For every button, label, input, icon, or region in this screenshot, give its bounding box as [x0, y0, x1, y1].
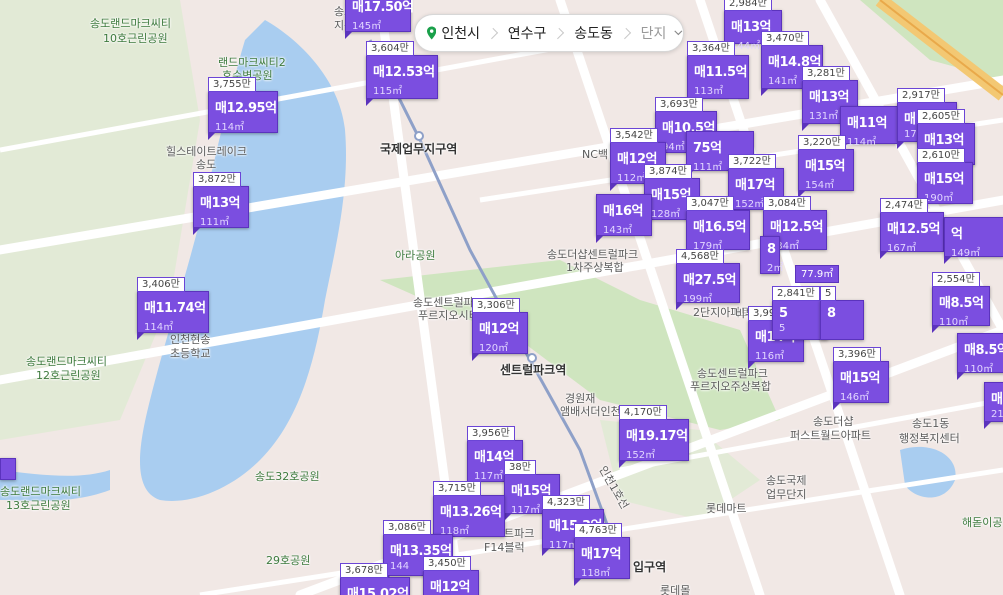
breadcrumb-separator-icon — [553, 27, 565, 39]
breadcrumb-separator-icon — [486, 27, 498, 39]
listing-marker[interactable]: 3,220만 매15억 154㎡ — [798, 135, 854, 198]
listing-marker[interactable]: 3,306만 매12억 120㎡ — [472, 298, 528, 361]
place-label: 힐스테이트레이크 — [166, 145, 247, 158]
listing-marker[interactable]: 매16억 143㎡ — [596, 194, 652, 243]
listing-marker[interactable]: 3,678만 매15.02억 — [340, 563, 410, 595]
station-label[interactable]: 국제업무지구역 — [380, 143, 457, 156]
listing-marker[interactable]: 3,364만 매11.5억 113㎡ — [687, 41, 749, 106]
breadcrumb-dong[interactable]: 송도동 — [574, 23, 613, 43]
listing-marker[interactable]: 억 149㎡ — [944, 217, 1003, 264]
listing-marker[interactable]: 매1215 — [984, 382, 1003, 429]
place-label: 트파크 — [504, 527, 535, 540]
place-label: NC백 — [582, 148, 609, 161]
listing-marker[interactable]: 3,450만 매12억 — [423, 556, 479, 595]
listing-marker[interactable]: 3,715만 매13.26억 118㎡ — [433, 481, 505, 544]
listing-marker-edge[interactable] — [0, 458, 16, 480]
station-dot — [527, 353, 537, 363]
place-label: F14블럭 — [484, 541, 525, 554]
station-dot — [414, 131, 424, 141]
listing-marker[interactable]: 3,047만 매16.5억 179㎡ — [686, 196, 750, 257]
listing-marker[interactable]: 매17.50억 145㎡ — [345, 0, 414, 39]
listing-marker[interactable]: 3,872만 매13억 111㎡ — [193, 172, 249, 235]
place-label: 인천현송 — [170, 333, 211, 346]
station-label[interactable]: 입구역 — [633, 561, 666, 574]
place-label: 29호공원 — [266, 554, 311, 567]
listing-marker[interactable]: 3,396만 매15억 146㎡ — [833, 347, 889, 410]
place-label: 경원재 — [565, 392, 596, 405]
listing-marker[interactable]: 3,406만 매11.74억 114㎡ — [137, 277, 209, 340]
place-label: 퍼스트월드아파트 — [790, 429, 871, 442]
place-label: 송도랜드마크씨티 — [26, 355, 107, 368]
place-label: 송도랜드마크씨티 — [90, 17, 171, 30]
place-label: 해돋이공 — [962, 516, 1003, 529]
chevron-down-icon[interactable] — [674, 29, 683, 37]
place-label: 12호근린공원 — [36, 369, 101, 382]
listing-marker[interactable]: 4,763만 매17억 118㎡ — [574, 523, 630, 586]
listing-marker[interactable]: 8 2㎡ — [760, 236, 783, 274]
breadcrumb-city[interactable]: 인천시 — [441, 23, 480, 43]
place-label: 아라공원 — [395, 249, 436, 262]
listing-marker[interactable]: 4,170만 매19.17억 152㎡ — [619, 405, 689, 468]
breadcrumb-separator-icon — [619, 27, 631, 39]
place-label: 초등학교 — [170, 347, 211, 360]
place-label: 업무단지 — [766, 488, 807, 501]
place-label: 송도센트럴파크 — [697, 367, 768, 380]
place-label: 송도더샵센트럴파크 — [547, 248, 639, 261]
place-label: 송도더샵 — [813, 415, 854, 428]
breadcrumb-district[interactable]: 연수구 — [508, 23, 547, 43]
listing-marker[interactable]: 매11억 114㎡ — [840, 106, 898, 151]
place-label: 행정복지센터 — [899, 432, 960, 445]
area-badge[interactable]: 77.9㎡ — [795, 265, 840, 283]
location-pin-icon — [427, 26, 437, 40]
place-label: 송도1동 — [912, 417, 950, 430]
listing-marker[interactable]: 매8.5억 110㎡ — [957, 333, 1003, 380]
place-label: 송도32호공원 — [255, 470, 320, 483]
listing-marker[interactable]: 4,568만 매27.5억 199㎡ — [676, 249, 740, 310]
place-label: 푸르지오시티 — [418, 309, 479, 322]
place-label: 1차주상복합 — [566, 261, 624, 274]
listing-marker[interactable]: 2,554만 매8.5억 110㎡ — [932, 272, 990, 333]
place-label: 롯데마트 — [706, 502, 747, 515]
listing-marker[interactable]: 3,604만 매12.53억 115㎡ — [366, 41, 438, 106]
listing-marker[interactable]: 58 — [820, 286, 864, 340]
region-breadcrumb: 인천시 연수구 송도동 단지 — [414, 14, 684, 52]
listing-marker[interactable]: 2,474만 매12.5억 167㎡ — [880, 198, 944, 259]
place-label: 푸르지오주상복합 — [690, 380, 771, 393]
map-canvas[interactable]: 송도랜드마크씨티 10호근린공원 랜드마크씨티2 호수변공원 힐스테이트레이크 … — [0, 0, 1003, 595]
listing-marker[interactable]: 3,755만 매12.95억 114㎡ — [208, 77, 278, 140]
place-label: 앰배서더인천 — [560, 405, 621, 418]
place-label: 롯데몰 — [660, 584, 691, 595]
place-label: 10호근린공원 — [103, 32, 168, 45]
place-label: 13호근린공원 — [6, 499, 71, 512]
place-label: 랜드마크씨티2 — [218, 56, 286, 69]
place-label: 송도랜드마크씨티 — [0, 485, 81, 498]
place-label: 송도 — [196, 158, 217, 171]
station-label[interactable]: 센트럴파크역 — [500, 364, 566, 377]
complex-select[interactable]: 단지 — [641, 23, 667, 43]
place-label: 송도국제 — [766, 474, 807, 487]
